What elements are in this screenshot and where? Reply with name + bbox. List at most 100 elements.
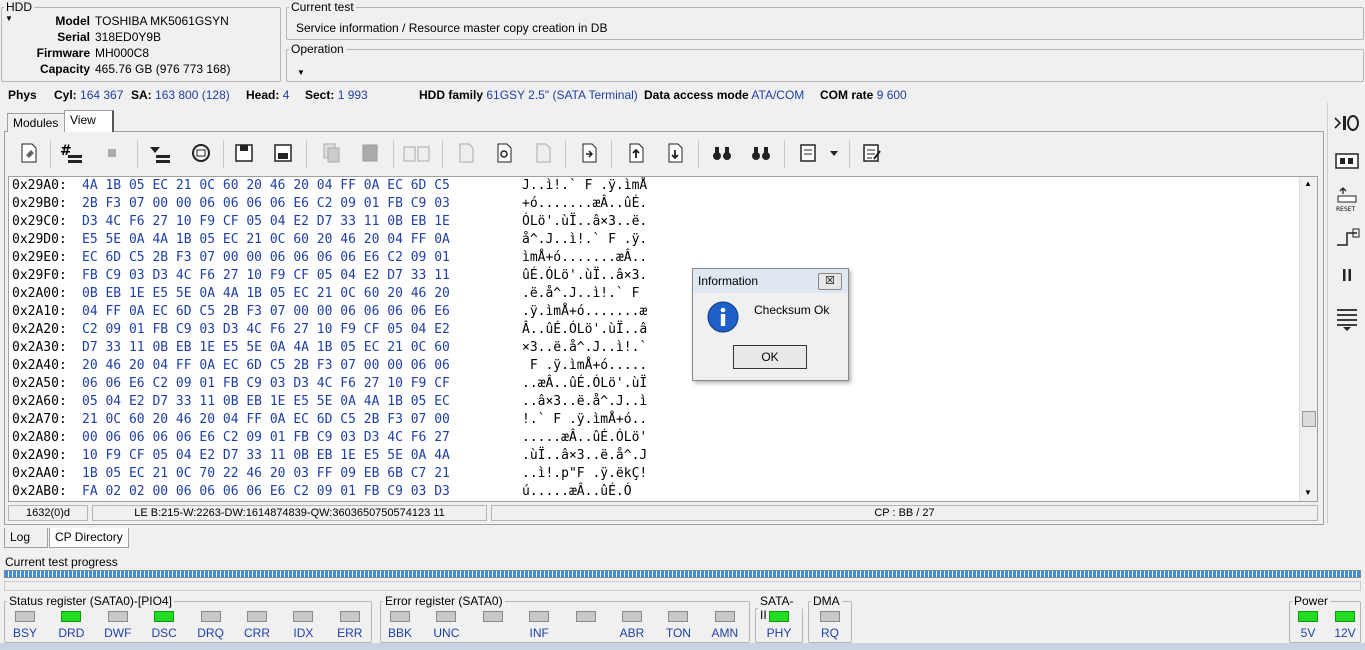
stop-button[interactable] <box>97 137 127 169</box>
hex-row-bytes[interactable]: D7 33 11 0B EB 1E E5 5E 0A 4A 1B 05 EC 2… <box>82 339 450 357</box>
scroll-down-icon[interactable]: ▼ <box>1304 488 1312 497</box>
hex-row-address: 0x2AA0: <box>12 466 67 481</box>
access-readout: Data access mode ATA/COM <box>644 88 805 102</box>
power-toggle-button[interactable] <box>1332 109 1362 137</box>
hex-row-ascii[interactable]: J..ì!.` F .ÿ.ìmÅ <box>522 177 647 195</box>
tab-log[interactable]: Log <box>4 528 48 548</box>
ok-button[interactable]: OK <box>733 345 807 369</box>
hex-row-bytes[interactable]: 04 FF 0A EC 6D C5 2B F3 07 00 00 06 06 0… <box>82 303 450 321</box>
hex-row-bytes[interactable]: 20 46 20 04 FF 0A EC 6D C5 2B F3 07 00 0… <box>82 357 450 375</box>
hex-row-bytes[interactable]: FA 02 02 00 06 06 06 06 E6 C2 09 01 FB C… <box>82 483 450 501</box>
register-led <box>575 611 596 622</box>
hex-row-ascii[interactable]: ú.....æÂ..ûÉ.Ó <box>522 483 632 501</box>
chevron-down-icon <box>830 151 838 156</box>
register-led-label: AMN <box>711 626 739 640</box>
hex-row-ascii[interactable]: !.` F .ÿ.ìmÅ+ó.. <box>522 411 647 429</box>
open-file-button[interactable] <box>14 137 44 169</box>
hex-row-bytes[interactable]: E5 5E 0A 4A 1B 05 EC 21 0C 60 20 46 20 0… <box>82 231 450 249</box>
serial-value: 318ED0Y9B <box>95 30 162 44</box>
hex-row-address: 0x2A30: <box>12 340 67 355</box>
hex-row-address: 0x2A10: <box>12 304 67 319</box>
hex-row-bytes[interactable]: 0B EB 1E E5 5E 0A 4A 1B 05 EC 21 0C 60 2… <box>82 285 450 303</box>
hex-row-ascii[interactable]: ..æÂ..ûÉ.ÓLö'.ùÏ <box>522 375 647 393</box>
gear-doc-button[interactable] <box>489 137 519 169</box>
binoculars-icon <box>713 147 731 160</box>
list-button[interactable] <box>1332 305 1362 333</box>
hex-row-ascii[interactable]: F .ÿ.ìmÅ+ó..... <box>522 357 647 375</box>
hex-row-bytes[interactable]: 06 06 E6 C2 09 01 FB C9 03 D3 4C F6 27 1… <box>82 375 450 393</box>
hex-row-ascii[interactable]: .ÿ.ìmÅ+ó.......æ <box>522 303 647 321</box>
new-document-icon <box>459 143 474 163</box>
script-dropdown-button[interactable] <box>824 137 844 169</box>
hex-row-bytes[interactable]: EC 6D C5 2B F3 07 00 00 06 06 06 06 E6 C… <box>82 249 450 267</box>
hex-row-ascii[interactable]: ûÉ.ÓLö'.ùÏ..â×3. <box>522 267 647 285</box>
head-readout: Head: 4 <box>246 88 290 102</box>
board-button[interactable] <box>1332 147 1362 175</box>
tab-view[interactable]: View <box>64 110 114 132</box>
hex-row-ascii[interactable]: .ùÏ..â×3..ë.å^.J <box>522 447 647 465</box>
hex-row-ascii[interactable]: ..ì!.p"F .ÿ.ëkÇ! <box>522 465 647 483</box>
find-next-button[interactable] <box>746 137 776 169</box>
edit-notes-button[interactable] <box>857 137 887 169</box>
hex-row-bytes[interactable]: FB C9 03 D3 4C F6 27 10 F9 CF 05 04 E2 D… <box>82 267 450 285</box>
information-dialog: Information ☒ Checksum Ok OK <box>692 268 849 381</box>
hex-row-ascii[interactable]: ìmÅ+ó.......æÂ.. <box>522 249 647 267</box>
phys-label: Phys <box>8 88 37 102</box>
hex-view[interactable]: 0x29A0: 4A 1B 05 EC 21 0C 60 20 46 20 04 … <box>8 176 1318 502</box>
hex-row-ascii[interactable]: +ó.......æÂ..ûÉ. <box>522 195 647 213</box>
hex-row-bytes[interactable]: 4A 1B 05 EC 21 0C 60 20 46 20 04 FF 0A E… <box>82 177 450 195</box>
serial-row: Serial 318ED0Y9B <box>5 30 265 44</box>
hex-row-ascii[interactable]: ÓLö'.ùÏ..â×3..ë. <box>522 213 647 231</box>
download-document-icon <box>668 143 683 163</box>
hex-row-bytes[interactable]: C2 09 01 FB C9 03 D3 4C F6 27 10 F9 CF 0… <box>82 321 450 339</box>
find-button[interactable] <box>707 137 737 169</box>
register-led-label: DSC <box>151 626 177 640</box>
hex-row-bytes[interactable]: 2B F3 07 00 00 06 06 06 06 E6 C2 09 01 F… <box>82 195 450 213</box>
upload-button[interactable] <box>621 137 651 169</box>
hex-row-address: 0x2AB0: <box>12 484 67 499</box>
open-file-icon <box>21 143 37 163</box>
register-led-label: ABR <box>619 626 645 640</box>
hash-icon: # <box>60 143 82 163</box>
hex-row-ascii[interactable]: .....æÂ..ûÉ.ÓLö' <box>522 429 647 447</box>
goto-button[interactable] <box>574 137 604 169</box>
hash-button[interactable]: # <box>56 137 86 169</box>
reset-button[interactable]: RESET <box>1332 185 1362 213</box>
tab-cp-directory[interactable]: CP Directory <box>49 528 129 548</box>
flow-button[interactable] <box>1332 223 1362 251</box>
hex-row-bytes[interactable]: 10 F9 CF 05 04 E2 D7 33 11 0B EB 1E E5 5… <box>82 447 450 465</box>
cp-readout: CP : BB / 27 <box>491 505 1318 521</box>
hex-row-bytes[interactable]: D3 4C F6 27 10 F9 CF 05 04 E2 D7 33 11 0… <box>82 213 450 231</box>
hex-row-bytes[interactable]: 05 04 E2 D7 33 11 0B EB 1E E5 5E 0A 4A 1… <box>82 393 450 411</box>
hex-scrollbar[interactable]: ▲ ▼ <box>1299 177 1317 501</box>
operation-dropdown-arrow[interactable]: ▼ <box>297 68 305 77</box>
register-led-label: IDX <box>293 626 314 640</box>
scroll-thumb[interactable] <box>1302 411 1316 427</box>
save-button[interactable] <box>229 137 259 169</box>
hex-row-address: 0x29C0: <box>12 214 67 229</box>
script-button[interactable] <box>794 137 824 169</box>
power-5v-label: 5V <box>1300 626 1316 640</box>
refresh-button[interactable] <box>186 137 216 169</box>
hex-row-ascii[interactable]: å^.J..ì!.` F .ÿ. <box>522 231 647 249</box>
hex-row-ascii[interactable]: Â..ûÉ.ÓLö'.ùÏ..â <box>522 321 647 339</box>
dialog-close-button[interactable]: ☒ <box>818 273 842 290</box>
hex-row-ascii[interactable]: .ë.å^.J..ì!.` F <box>522 285 647 303</box>
download-button[interactable] <box>144 137 174 169</box>
hex-row-bytes[interactable]: 1B 05 EC 21 0C 70 22 46 20 03 FF 09 EB 6… <box>82 465 450 483</box>
scroll-up-icon[interactable]: ▲ <box>1304 179 1312 188</box>
notepad-pencil-icon <box>863 144 881 162</box>
hex-row-ascii[interactable]: ×3..ë.å^.J..ì!.` <box>522 339 647 357</box>
tab-modules[interactable]: Modules <box>7 113 65 132</box>
pause-button[interactable] <box>1332 261 1362 289</box>
access-value: ATA/COM <box>751 88 805 102</box>
hex-row-ascii[interactable]: ..â×3..ë.å^.J..ì <box>522 393 647 411</box>
hex-row-address: 0x29F0: <box>12 268 67 283</box>
download-doc-button[interactable] <box>660 137 690 169</box>
hex-row-bytes[interactable]: 00 06 06 06 06 E6 C2 09 01 FB C9 03 D3 4… <box>82 429 450 447</box>
phy-label: PHY <box>766 626 792 640</box>
hex-row-bytes[interactable]: 21 0C 60 20 46 20 04 FF 0A EC 6D C5 2B F… <box>82 411 450 429</box>
register-led <box>436 611 457 622</box>
save-all-button[interactable] <box>268 137 298 169</box>
save-disk-icon <box>235 144 253 162</box>
